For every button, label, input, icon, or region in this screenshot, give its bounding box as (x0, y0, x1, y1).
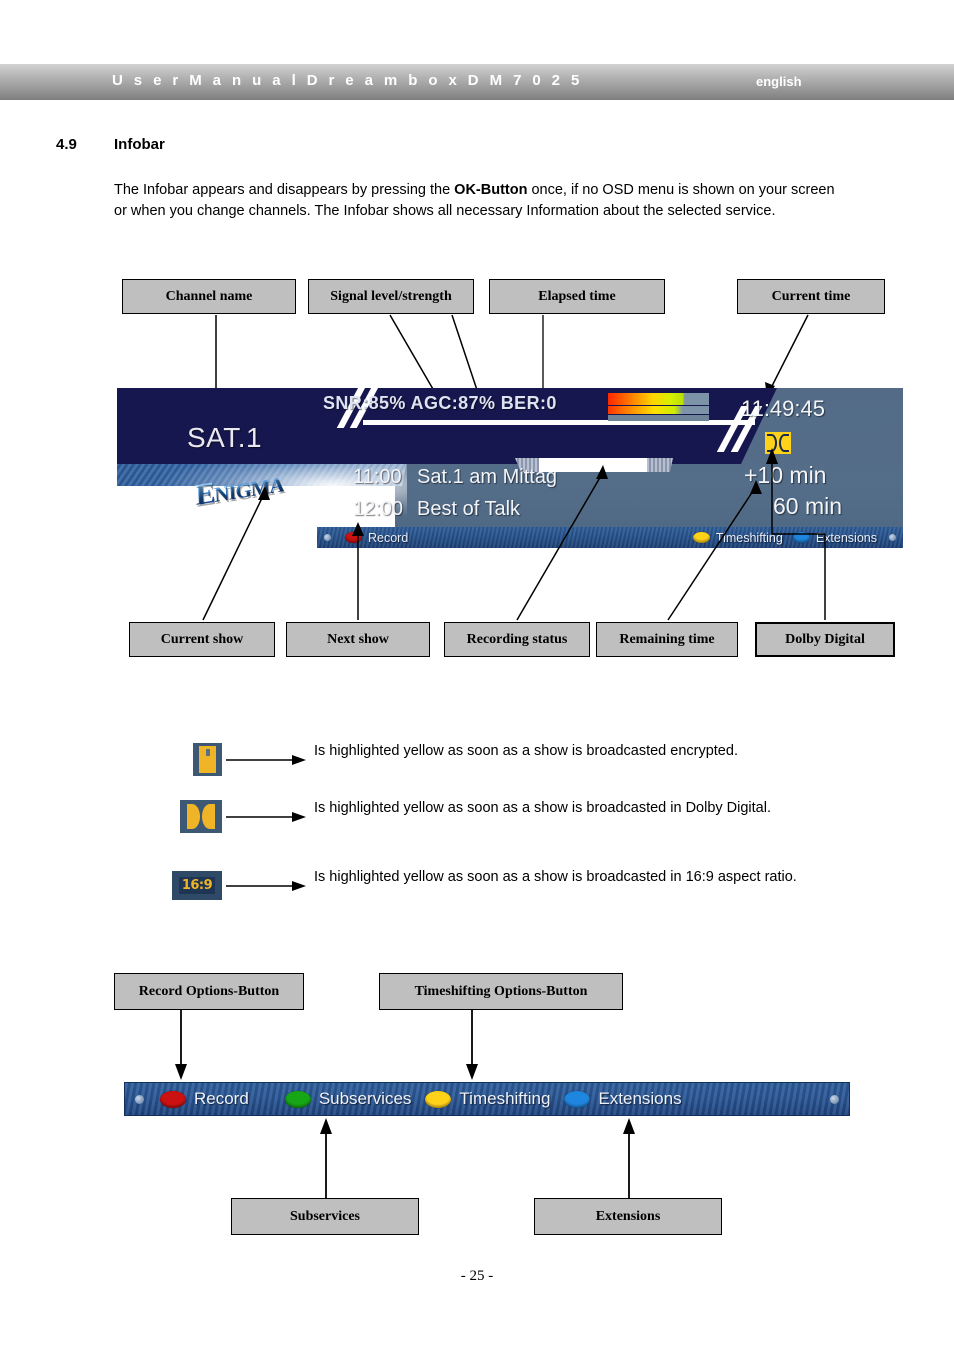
section-number: 4.9 (56, 136, 77, 153)
crypt-icon-arrow (226, 755, 306, 765)
callout-subservices: Subservices (231, 1198, 419, 1235)
timeshifting-button-dot-icon[interactable] (692, 532, 710, 543)
callout-extensions: Extensions (534, 1198, 722, 1235)
current-show-time: 11:00 (353, 466, 402, 488)
infobar-extensions-label[interactable]: Extensions (816, 531, 877, 545)
record-button-dot-icon[interactable] (345, 532, 362, 543)
button-bar-screenshot: Record Subservices Timeshifting Extensio… (124, 1082, 850, 1116)
record-dot-icon[interactable] (160, 1090, 186, 1108)
subservices-button-label[interactable]: Subservices (319, 1089, 412, 1109)
callout-next-show: Next show (286, 622, 430, 657)
infobar-record-label[interactable]: Record (368, 531, 408, 545)
aspect-16-9-label: 16:9 (178, 877, 216, 894)
record-button-label[interactable]: Record (194, 1089, 249, 1109)
remaining-time-value: +10 min (744, 462, 827, 488)
aspect-16-9-icon-description: Is highlighted yellow as soon as a show … (314, 869, 797, 885)
manual-title: U s e r M a n u a l D r e a m b o x D M … (112, 72, 583, 89)
intro-paragraph: The Infobar appears and disappears by pr… (114, 180, 844, 222)
language-label: english (756, 74, 802, 89)
callout-timeshifting-options-button: Timeshifting Options-Button (379, 973, 623, 1010)
infobar-timeshifting-label[interactable]: Timeshifting (716, 531, 783, 545)
callout-elapsed-time: Elapsed time (489, 279, 665, 314)
timeshifting-button-label[interactable]: Timeshifting (459, 1089, 550, 1109)
callout-current-show: Current show (129, 622, 275, 657)
callout-record-options-button: Record Options-Button (114, 973, 304, 1010)
screw-icon (324, 534, 331, 541)
aspect-16-9-icon-arrow (226, 881, 306, 891)
callout-recording-status: Recording status (444, 622, 590, 657)
aspect-16-9-icon: 16:9 (172, 871, 222, 900)
timeshifting-dot-icon[interactable] (425, 1090, 452, 1108)
dolby-digital-icon-arrow (226, 812, 306, 822)
intro-text-1: The Infobar appears and disappears by pr… (114, 182, 455, 198)
callout-current-time: Current time (737, 279, 885, 314)
buttonbar-top-leader-lines (175, 1010, 478, 1080)
ok-button-emphasis: OK-Button (454, 182, 528, 198)
screw-icon-right (889, 534, 896, 541)
dolby-digital-legend-icon (180, 800, 222, 833)
callout-dolby-digital: Dolby Digital (755, 622, 895, 657)
extensions-dot-icon[interactable] (564, 1090, 591, 1108)
buttonbar-bottom-leader-lines (320, 1118, 635, 1198)
screw-icon-right-2 (830, 1094, 839, 1104)
extensions-button-label[interactable]: Extensions (598, 1089, 681, 1109)
signal-strength-bar-2 (608, 406, 709, 414)
infobar-button-bar: Record Timeshifting Extensions (317, 527, 903, 548)
signal-strength-bar-3 (608, 415, 709, 421)
extensions-button-dot-icon[interactable] (792, 532, 810, 543)
dolby-digital-icon (765, 432, 791, 457)
callout-signal-level: Signal level/strength (308, 279, 474, 314)
next-show-title: Best of Talk (417, 498, 521, 520)
signal-strength-bar (608, 393, 709, 405)
current-show-title: Sat.1 am Mittag (417, 466, 558, 488)
next-show-time: 12:00 (353, 498, 404, 520)
progressbar-right-cap (647, 458, 673, 472)
callout-remaining-time: Remaining time (596, 622, 738, 657)
page-title: Infobar (114, 136, 165, 153)
dolby-digital-icon-description: Is highlighted yellow as soon as a show … (314, 800, 771, 816)
infobar-screenshot: Enigma SAT.1 SNR:85% AGC:87% BER:0 11:00… (117, 388, 903, 548)
signal-readout-text: SNR:85% AGC:87% BER:0 (323, 393, 557, 413)
screw-icon-left (135, 1094, 144, 1104)
crypt-icon (193, 743, 222, 776)
callout-channel-name: Channel name (122, 279, 296, 314)
page-header-band: U s e r M a n u a l D r e a m b o x D M … (0, 64, 954, 100)
crypt-icon-description: Is highlighted yellow as soon as a show … (314, 743, 738, 759)
total-duration-value: 60 min (773, 493, 843, 519)
current-time-value: 11:49:45 (740, 396, 825, 421)
page-number: - 25 - (460, 1268, 494, 1284)
channel-name-value: SAT.1 (187, 422, 263, 453)
subservices-dot-icon[interactable] (284, 1090, 311, 1108)
